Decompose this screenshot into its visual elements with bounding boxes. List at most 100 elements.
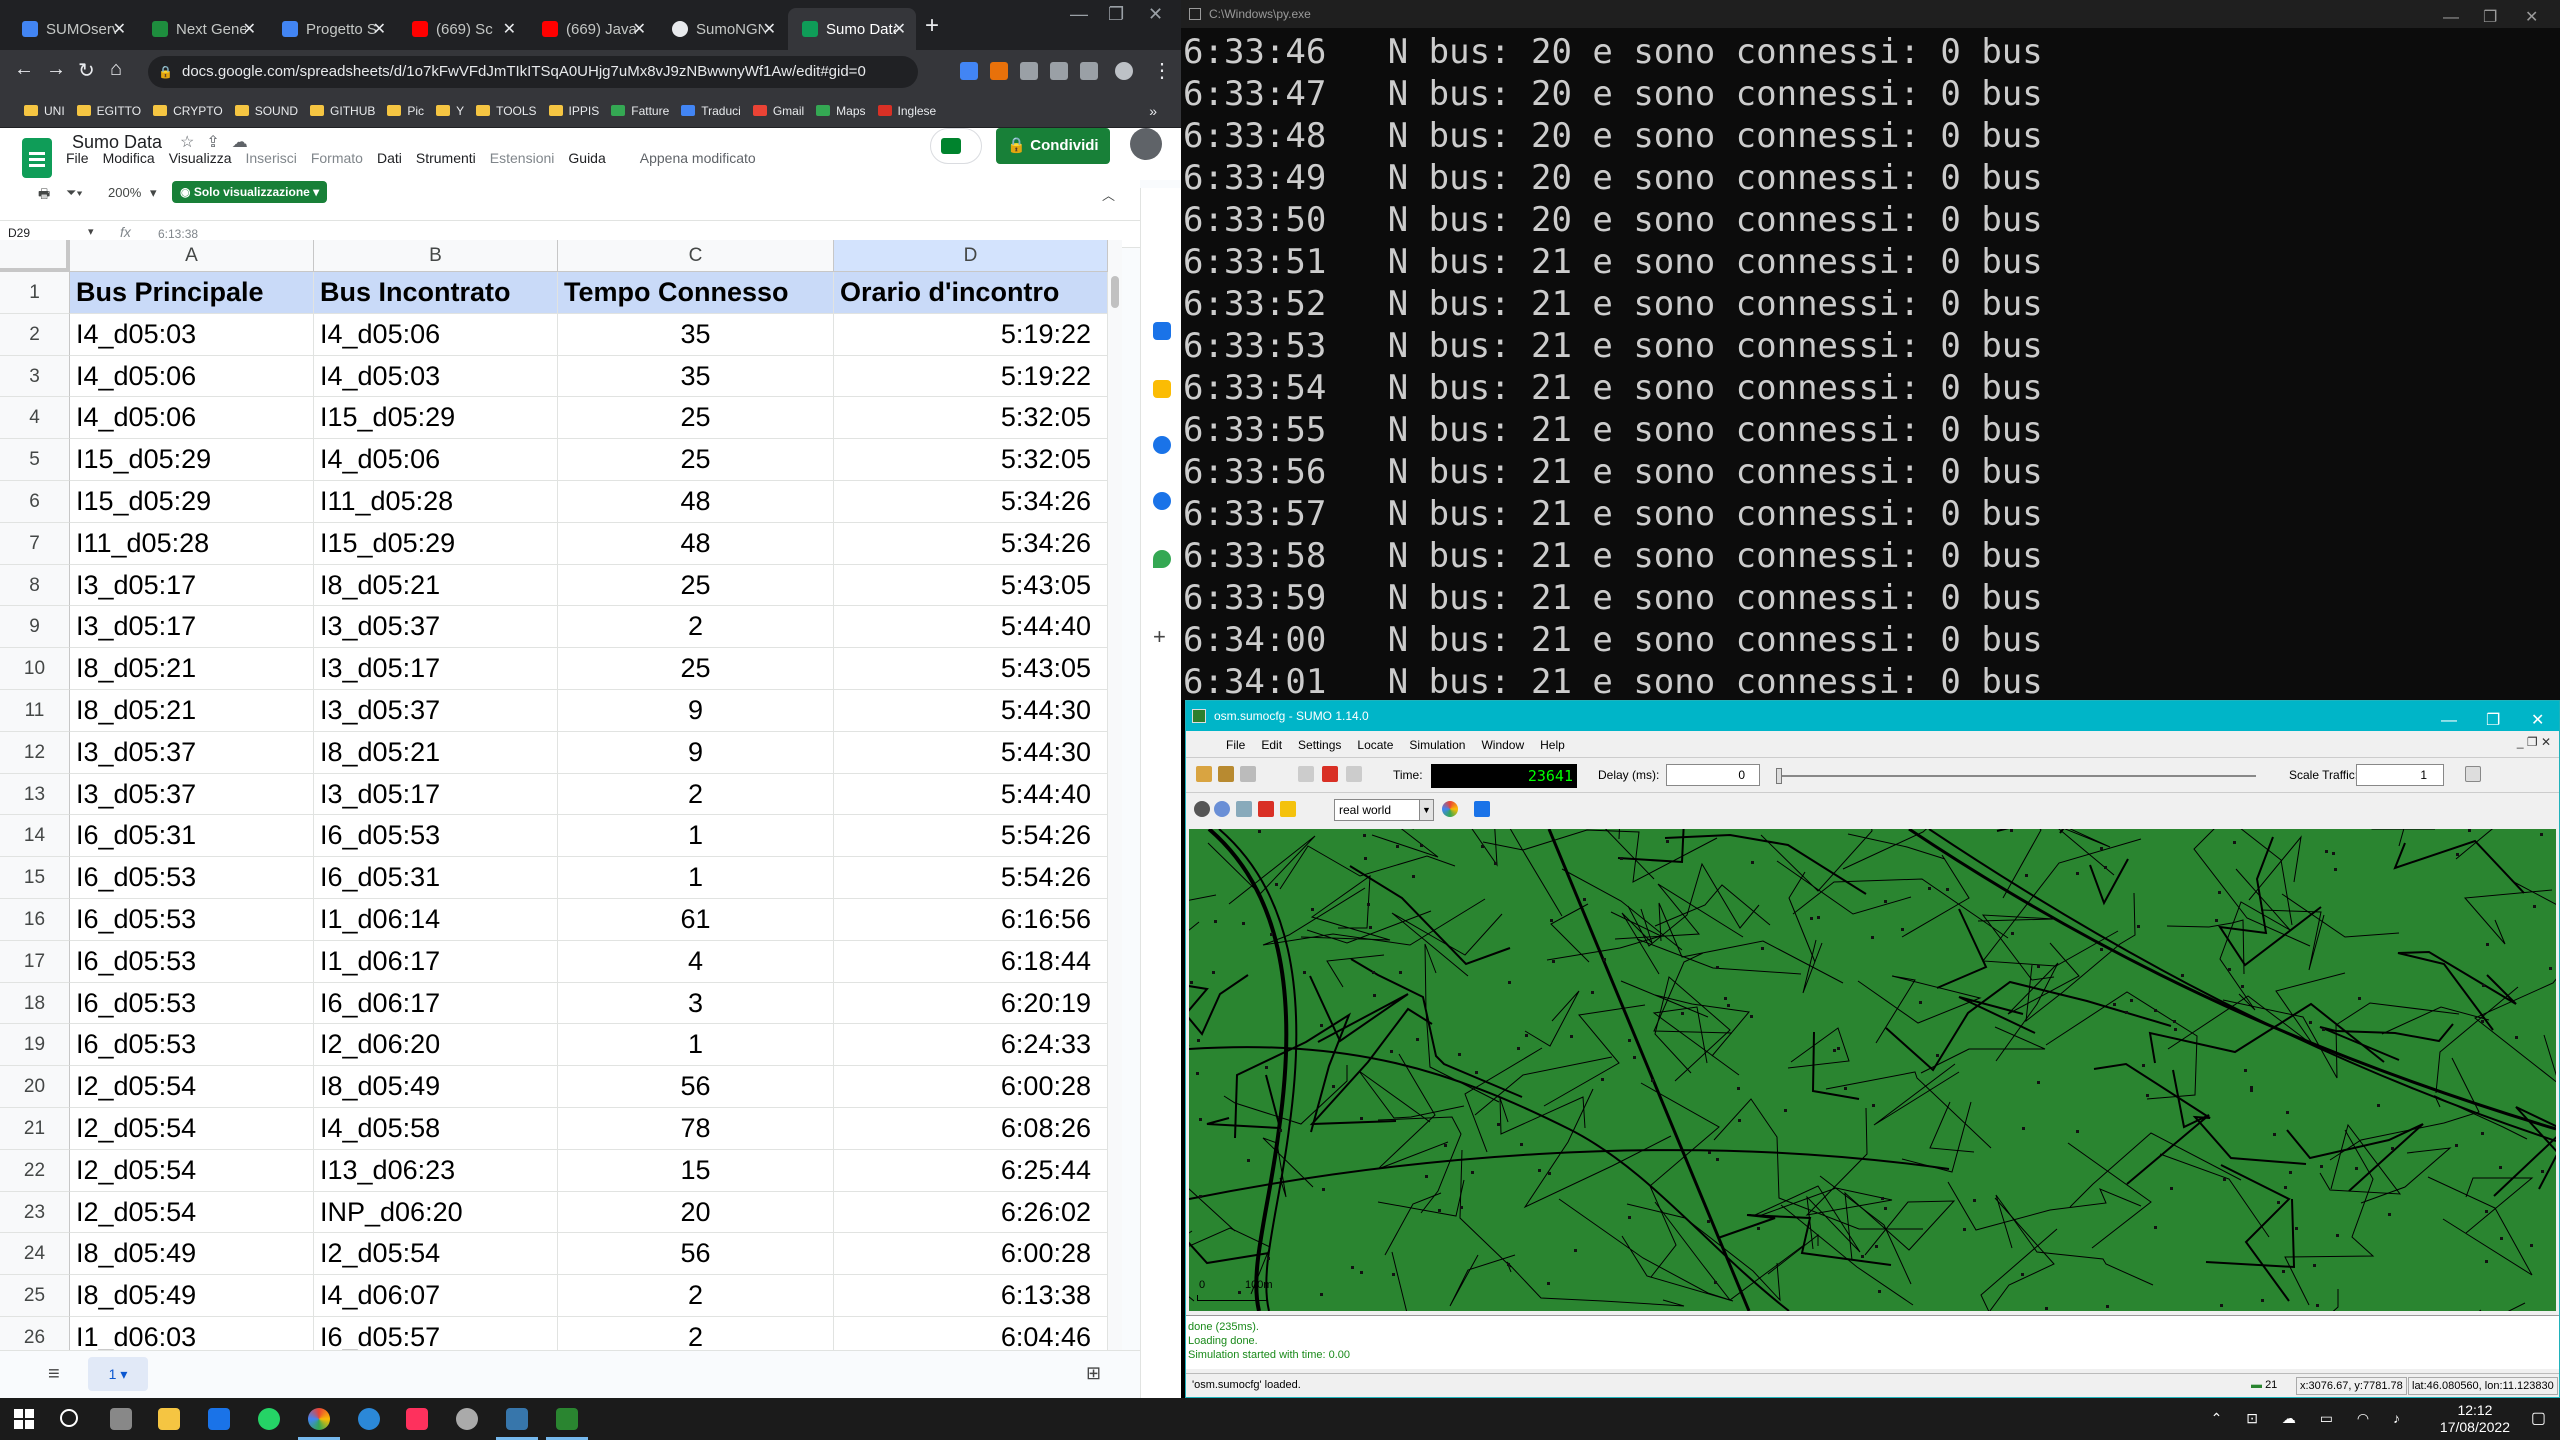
menu-simulation[interactable]: Simulation [1409,738,1465,752]
table-cell[interactable]: I6_d06:17 [314,982,558,1025]
table-cell[interactable]: 5:43:05 [834,648,1108,690]
add-addon-icon[interactable]: + [1153,624,1166,650]
share-button[interactable]: 🔒 Condividi [996,128,1110,164]
table-cell[interactable]: 9 [558,731,834,774]
chevron-down-icon[interactable]: ▾ [150,185,157,201]
browser-tab-5[interactable]: (669) Java F✕ [528,8,656,50]
zoom-icon[interactable] [1214,801,1230,817]
row-header[interactable]: 18 [0,982,70,1025]
menu-dati[interactable]: Dati [377,150,402,166]
table-cell[interactable]: I6_d05:57 [314,1317,558,1350]
table-cell[interactable]: I4_d05:58 [314,1108,558,1150]
row-header[interactable]: 8 [0,564,70,607]
avatar[interactable] [1130,128,1162,160]
table-cell[interactable]: 6:24:33 [834,1024,1108,1067]
minimize-icon[interactable]: — [2443,4,2459,32]
table-cell[interactable]: I6_d05:53 [70,940,314,983]
row-header[interactable]: 9 [0,606,70,649]
table-cell[interactable]: 48 [558,481,834,523]
table-cell[interactable]: 5:44:30 [834,690,1108,732]
tasks-icon[interactable] [1153,436,1171,454]
collapse-icon[interactable]: ︿ [1102,185,1115,204]
maximize-icon[interactable]: ❐ [1108,4,1124,25]
close-window-icon[interactable]: ✕ [1148,4,1163,25]
delay-input[interactable]: 0 [1666,764,1760,786]
intellij-icon[interactable] [406,1408,428,1430]
meet-button[interactable] [930,128,982,164]
table-cell[interactable]: I3_d05:37 [70,773,314,816]
row-header[interactable]: 16 [0,899,70,941]
menu-inserisci[interactable]: Inserisci [245,150,296,166]
table-cell[interactable]: 4 [558,940,834,983]
table-cell[interactable]: I6_d05:31 [70,815,314,858]
table-cell[interactable]: 56 [558,1233,834,1276]
minimize-icon[interactable]: — [1070,4,1088,25]
bookmark-uni[interactable]: UNI [24,104,65,118]
close-icon[interactable]: ✕ [113,19,126,39]
table-cell[interactable]: 56 [558,1066,834,1108]
sumo-icon[interactable] [546,1408,588,1440]
table-cell[interactable]: 6:08:26 [834,1108,1108,1150]
table-cell[interactable]: I8_d05:21 [70,648,314,690]
header-cell[interactable]: Bus Incontrato [314,272,558,314]
browser-tab-2[interactable]: Next Genera✕ [138,8,266,50]
table-cell[interactable]: I3_d05:17 [314,773,558,816]
table-cell[interactable]: I1_d06:14 [314,899,558,941]
sheets-logo-icon[interactable] [22,138,52,178]
table-cell[interactable]: I13_d06:23 [314,1149,558,1192]
message-log[interactable]: done (235ms). Loading done. Simulation s… [1186,1315,2559,1369]
view-scheme-select[interactable]: real world ▼ [1334,799,1434,821]
recenter-icon[interactable] [1194,801,1210,817]
reload-button[interactable]: ↻ [78,58,95,83]
table-cell[interactable]: 25 [558,564,834,607]
table-cell[interactable]: I2_d05:54 [70,1191,314,1234]
scale-traffic-input[interactable]: 1 [2356,764,2444,786]
table-cell[interactable]: I6_d05:53 [314,815,558,858]
table-cell[interactable]: 20 [558,1191,834,1234]
select-icon[interactable] [1236,801,1252,817]
table-cell[interactable]: I15_d05:29 [314,397,558,440]
spreadsheet-grid[interactable]: A B C D 1 Bus Principale Bus Incontrato Tempo C… [0,240,1108,1350]
table-cell[interactable]: I3_d05:37 [314,606,558,649]
all-sheets-icon[interactable]: ≡ [48,1363,60,1386]
row-header[interactable]: 6 [0,481,70,523]
table-cell[interactable]: 6:13:38 [834,1275,1108,1317]
row-header[interactable]: 12 [0,731,70,774]
settings-icon[interactable] [456,1408,478,1430]
close-window-icon[interactable]: ✕ [2525,4,2538,32]
chrome-icon[interactable] [298,1408,340,1440]
table-cell[interactable]: 78 [558,1108,834,1150]
new-tab-button[interactable]: + [925,12,939,40]
close-icon[interactable]: ✕ [893,19,906,39]
row-header[interactable]: 19 [0,1024,70,1067]
table-cell[interactable]: I4_d05:06 [70,355,314,398]
more-bookmarks-icon[interactable]: » [1149,103,1157,119]
maximize-icon[interactable]: ❐ [2483,4,2497,32]
table-cell[interactable]: 3 [558,982,834,1025]
table-cell[interactable]: I15_d05:29 [314,522,558,565]
menu-edit[interactable]: Edit [1261,738,1282,752]
back-button[interactable]: ← [14,58,34,81]
row-header[interactable]: 7 [0,522,70,565]
close-icon[interactable]: ✕ [633,19,646,39]
stop-icon[interactable] [1322,766,1338,782]
header-cell[interactable]: Bus Principale [70,272,314,314]
table-cell[interactable]: I2_d05:54 [314,1233,558,1276]
bookmark-tools[interactable]: TOOLS [476,104,537,118]
address-bar[interactable]: 🔒 docs.google.com/spreadsheets/d/1o7kFwV… [148,56,918,88]
menu-file[interactable]: File [1226,738,1245,752]
table-cell[interactable]: 1 [558,1024,834,1067]
row-header[interactable]: 4 [0,397,70,440]
close-icon[interactable]: ✕ [763,19,776,39]
close-icon[interactable]: ✕ [243,19,256,39]
menu-modifica[interactable]: Modifica [103,150,155,166]
table-cell[interactable]: 35 [558,355,834,398]
menu-locate[interactable]: Locate [1357,738,1393,752]
row-header[interactable]: 23 [0,1191,70,1234]
profile-avatar[interactable] [1115,62,1133,80]
file-explorer-icon[interactable] [158,1408,180,1430]
start-button[interactable] [14,1409,34,1429]
table-cell[interactable]: I1_d06:03 [70,1317,314,1350]
whatsapp-icon[interactable] [258,1408,280,1430]
table-cell[interactable]: 35 [558,313,834,356]
